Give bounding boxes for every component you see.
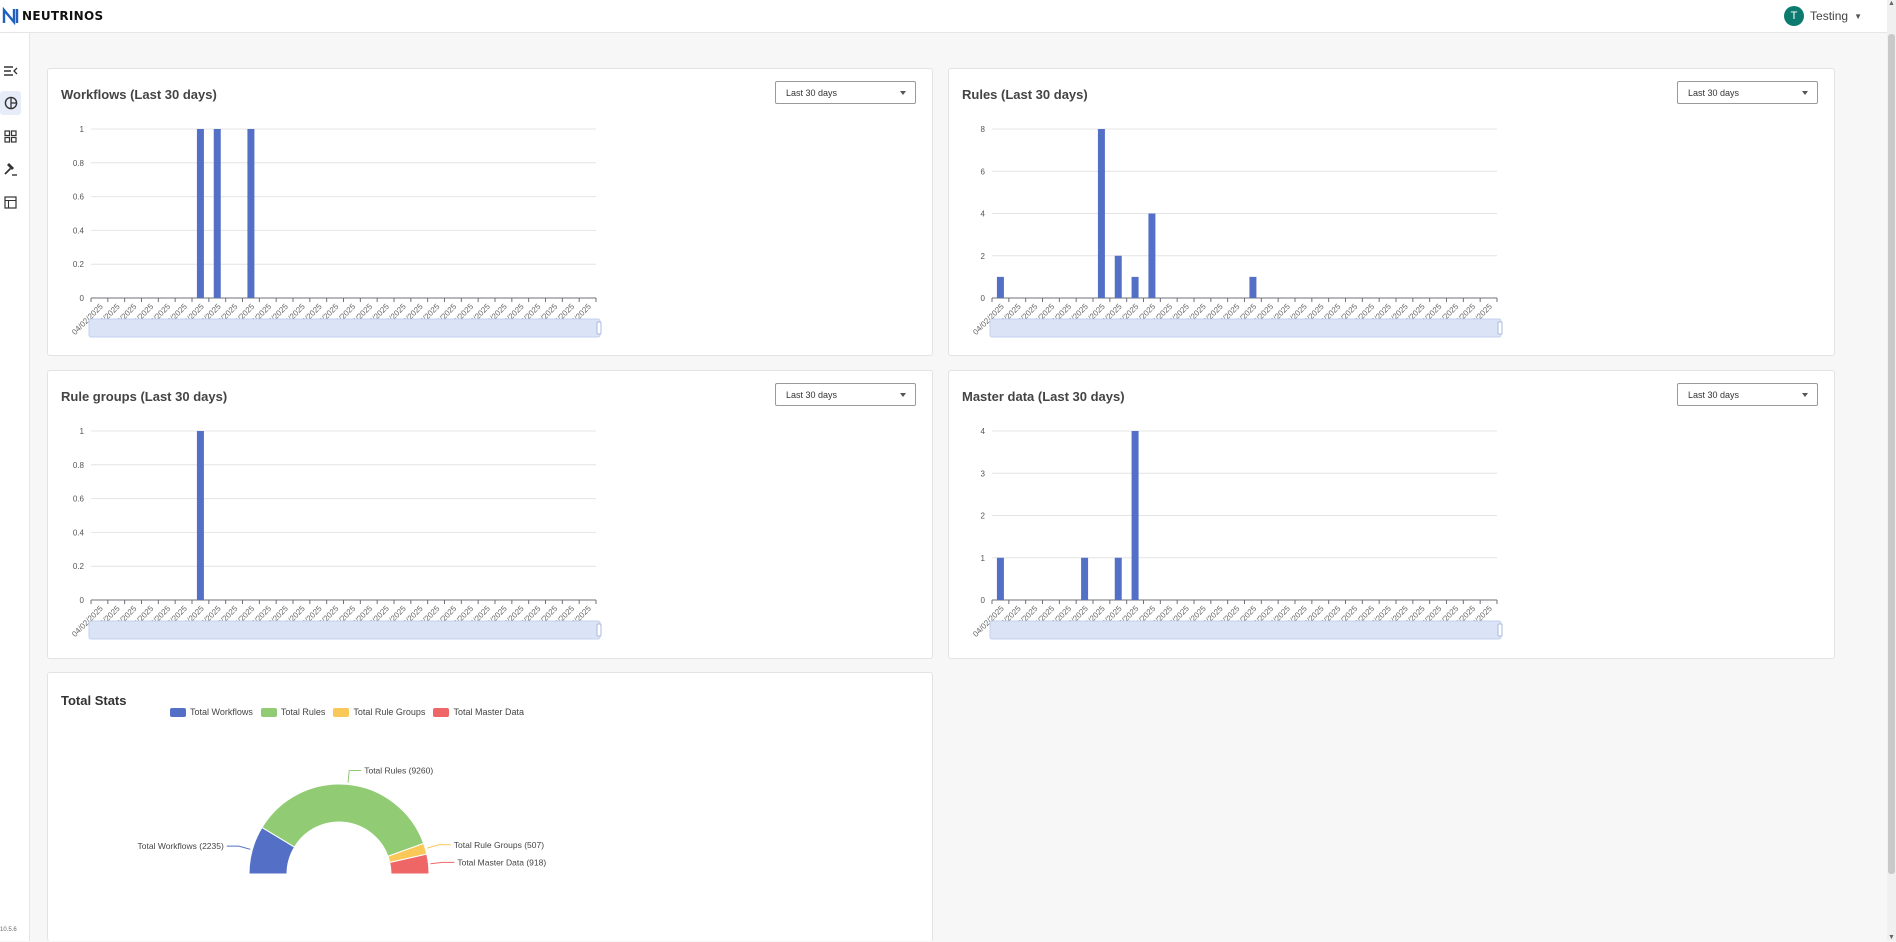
y-tick-label: 4	[981, 210, 986, 219]
bar	[1081, 557, 1089, 600]
y-tick-label: 8	[981, 125, 986, 134]
sidebar-toggle[interactable]	[0, 59, 21, 83]
page-scrollbar[interactable]: ▲ ▼	[1887, 0, 1896, 941]
y-tick-label: 0.8	[73, 461, 85, 470]
y-tick-label: 6	[981, 167, 986, 176]
y-tick-label: 1	[80, 125, 85, 134]
slice-label: Total Rule Groups (507)	[454, 840, 544, 850]
label-leader-line	[430, 861, 455, 865]
workflows-bar-chart: 00.20.40.60.8104/02/202505/02/202506/02/…	[70, 125, 602, 338]
y-tick-label: 0	[981, 596, 986, 605]
y-tick-label: 0.6	[73, 495, 85, 504]
bar	[996, 557, 1004, 600]
brand-name: NEUTRINOS	[22, 9, 104, 23]
bar	[1148, 213, 1156, 298]
sidebar-item-tables[interactable]	[0, 190, 21, 214]
bar	[1114, 255, 1122, 298]
bar	[1249, 276, 1257, 298]
sidebar-item-rules[interactable]	[0, 157, 21, 181]
zoom-handle	[596, 623, 602, 637]
bar	[996, 276, 1004, 298]
brand-logo[interactable]: NEUTRINOS	[2, 7, 103, 25]
label-leader-line	[347, 770, 362, 783]
rule-groups-bar-chart: 00.20.40.60.8104/02/202505/02/202506/02/…	[70, 427, 602, 640]
grid-apps-icon	[4, 129, 17, 143]
total-stats-donut-chart: Total Workflows (2235) Total Rules (9260)…	[138, 766, 546, 875]
menu-collapse-icon	[3, 66, 17, 76]
y-tick-label: 1	[981, 554, 986, 563]
slice-label: Total Rules (9260)	[364, 766, 433, 776]
user-name: Testing	[1810, 9, 1849, 23]
bar	[1097, 129, 1105, 298]
bar	[213, 129, 221, 298]
slice-label: Total Workflows (2235)	[138, 841, 224, 851]
bar	[247, 129, 255, 298]
zoom-handle	[1497, 623, 1503, 637]
y-tick-label: 0.2	[73, 562, 85, 571]
y-tick-label: 0	[80, 294, 85, 303]
label-leader-line	[427, 844, 451, 849]
rule-groups-card: Rule groups (Last 30 days) Last 30 days …	[47, 370, 933, 659]
workflows-card: Workflows (Last 30 days) Last 30 days 00…	[47, 68, 933, 356]
neutrinos-logo-icon	[2, 7, 19, 25]
rules-bar-chart: 0246804/02/202505/02/202506/02/202507/02…	[971, 125, 1503, 338]
bar	[196, 129, 204, 298]
slice-label: Total Master Data (918)	[457, 857, 546, 867]
y-tick-label: 2	[981, 252, 986, 261]
total-stats-card: Total Stats Total Workflows Total Rules To…	[47, 672, 933, 941]
label-leader-line	[226, 845, 251, 850]
y-tick-label: 0.6	[73, 193, 85, 202]
zoom-handle	[1497, 321, 1503, 335]
y-tick-label: 0.4	[73, 528, 85, 537]
chevron-down-icon: ▼	[1854, 11, 1862, 21]
data-zoom-slider	[989, 620, 1502, 640]
master-data-bar-chart: 0123404/02/202505/02/202506/02/202507/02…	[971, 427, 1503, 640]
y-tick-label: 0	[80, 596, 85, 605]
sidebar: 10.5.6	[0, 33, 30, 941]
sidebar-item-dashboard[interactable]	[0, 91, 21, 115]
zoom-handle	[596, 321, 602, 335]
y-tick-label: 2	[981, 512, 986, 521]
scroll-up-icon[interactable]: ▲	[1888, 0, 1895, 7]
bar	[1131, 431, 1139, 600]
gavel-rules-icon	[3, 163, 17, 176]
y-tick-label: 1	[80, 427, 85, 436]
y-tick-label: 0.2	[73, 260, 85, 269]
y-tick-label: 0	[981, 294, 986, 303]
user-menu[interactable]: T Testing ▼	[1784, 6, 1862, 26]
scroll-thumb[interactable]	[1888, 34, 1895, 874]
y-tick-label: 0.4	[73, 226, 85, 235]
bar	[1131, 276, 1139, 298]
top-bar: NEUTRINOS T Testing ▼	[0, 0, 1896, 33]
sidebar-item-apps[interactable]	[0, 124, 21, 148]
bar	[1114, 557, 1122, 600]
scroll-down-icon[interactable]: ▼	[1888, 934, 1895, 941]
master-data-card: Master data (Last 30 days) Last 30 days …	[948, 370, 1835, 659]
table-icon	[4, 195, 17, 209]
y-tick-label: 3	[981, 469, 986, 478]
dashboard-icon	[4, 96, 17, 110]
app-version: 10.5.6	[0, 927, 17, 933]
data-zoom-slider	[88, 620, 601, 640]
data-zoom-slider	[88, 318, 601, 338]
bar	[196, 431, 204, 600]
y-tick-label: 0.8	[73, 159, 85, 168]
rules-card: Rules (Last 30 days) Last 30 days 024680…	[948, 68, 1835, 356]
y-tick-label: 4	[981, 427, 986, 436]
avatar: T	[1784, 6, 1805, 26]
data-zoom-slider	[989, 318, 1502, 338]
